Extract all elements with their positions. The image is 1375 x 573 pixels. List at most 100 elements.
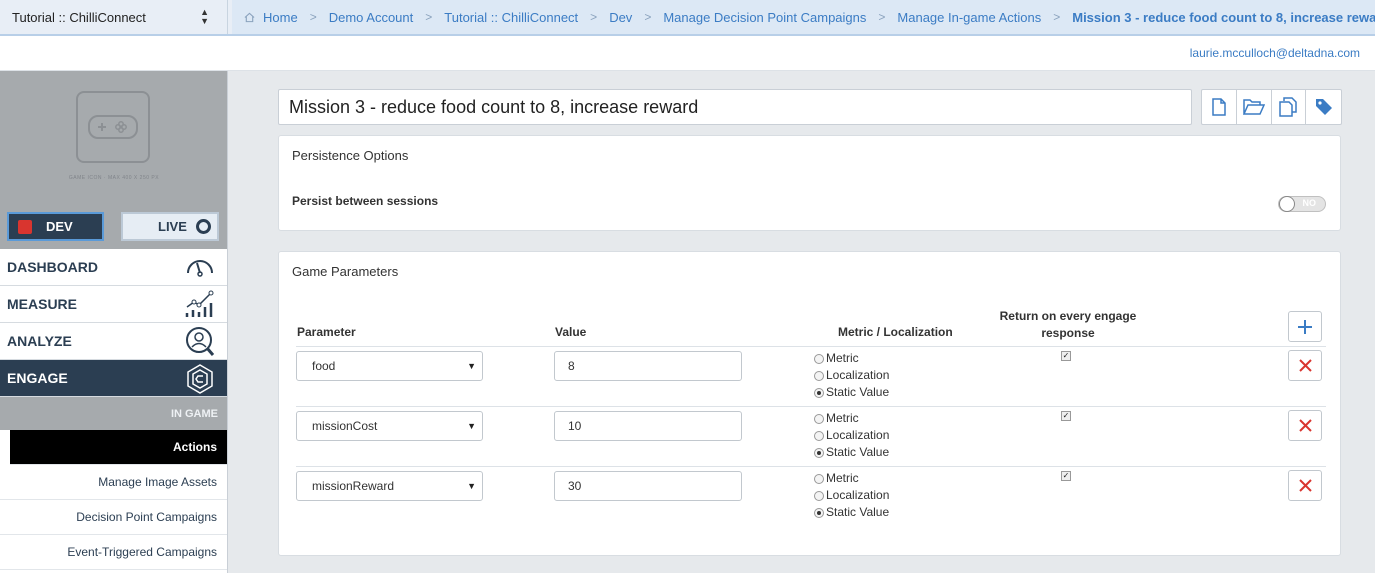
breadcrumb-env[interactable]: Dev — [609, 10, 632, 25]
action-toolbar — [1201, 89, 1342, 125]
env-dev-label: DEV — [46, 219, 73, 234]
radio-button-selected[interactable] — [814, 507, 824, 518]
gauge-icon — [187, 260, 213, 277]
live-ring-icon — [196, 219, 211, 234]
nav-measure[interactable]: MEASURE — [0, 286, 227, 323]
copy-icon — [1279, 97, 1298, 117]
env-dev-button[interactable]: DEV — [7, 212, 104, 241]
persist-between-sessions-label: Persist between sessions — [292, 194, 439, 208]
delete-parameter-button[interactable] — [1288, 410, 1322, 441]
nav-analyze[interactable]: ANALYZE — [0, 323, 227, 360]
chevron-right-icon: > — [878, 10, 886, 24]
row-divider — [296, 346, 1326, 347]
radio-localization[interactable]: Localization — [814, 427, 889, 444]
radio-button[interactable] — [814, 430, 824, 441]
radio-localization[interactable]: Localization — [814, 487, 889, 504]
sidebar-item-event-triggered-campaigns[interactable]: Event-Triggered Campaigns — [0, 535, 227, 570]
game-icon-area[interactable]: GAME ICON · MAX 400 X 250 PX — [0, 71, 227, 204]
breadcrumb: Home > Demo Account > Tutorial :: Chilli… — [232, 0, 1375, 34]
parameter-select[interactable]: missionCost ▼ — [296, 411, 483, 441]
magnifier-icon — [186, 327, 215, 356]
radio-metric[interactable]: Metric — [814, 350, 889, 367]
breadcrumb-actions[interactable]: Manage In-game Actions — [897, 10, 1041, 25]
value-input[interactable]: 8 — [554, 351, 742, 381]
radio-button[interactable] — [814, 473, 824, 484]
caret-down-icon: ▼ — [467, 421, 476, 431]
parameter-select[interactable]: food ▼ — [296, 351, 483, 381]
radio-button[interactable] — [814, 490, 824, 501]
radio-static-value[interactable]: Static Value — [814, 384, 889, 401]
up-down-arrows-icon: ▲ ▼ — [200, 7, 209, 26]
radio-button-selected[interactable] — [814, 387, 824, 398]
engage-icon — [187, 364, 213, 394]
value-input[interactable]: 10 — [554, 411, 742, 441]
cube-icon — [18, 219, 32, 234]
chevron-right-icon: > — [590, 10, 598, 24]
action-title-input[interactable]: Mission 3 - reduce food count to 8, incr… — [278, 89, 1192, 125]
breadcrumb-current: Mission 3 - reduce food count to 8, incr… — [1072, 9, 1375, 25]
close-icon — [1298, 479, 1312, 492]
value-input[interactable]: 30 — [554, 471, 742, 501]
toggle-knob — [1279, 196, 1295, 212]
caret-down-icon: ▼ — [467, 361, 476, 371]
sidebar-item-actions[interactable]: Actions — [10, 430, 227, 465]
folder-open-icon — [1242, 99, 1265, 115]
metric-radio-group: Metric Localization Static Value — [814, 350, 889, 401]
parameter-select[interactable]: missionReward ▼ — [296, 471, 483, 501]
radio-button[interactable] — [814, 413, 824, 424]
chevron-right-icon: > — [425, 10, 433, 24]
persist-toggle[interactable]: NO — [1278, 196, 1326, 212]
close-icon — [1298, 419, 1312, 432]
sidebar-item-image-assets[interactable]: Manage Image Assets — [0, 465, 227, 500]
game-icon-caption: GAME ICON · MAX 400 X 250 PX — [68, 175, 160, 181]
chevron-right-icon: > — [644, 10, 652, 24]
game-parameters-panel: Game Parameters Parameter Value Metric /… — [278, 251, 1341, 556]
top-bar: Tutorial :: ChilliConnect ▲ ▼ Home > Demo… — [0, 0, 1375, 36]
row-divider — [296, 466, 1326, 467]
breadcrumb-home[interactable]: Home — [244, 10, 298, 25]
return-checkbox[interactable]: ✓ — [1061, 411, 1071, 421]
sidebar: GAME ICON · MAX 400 X 250 PX DEV LIVE DA… — [0, 71, 228, 573]
row-divider — [296, 406, 1326, 407]
radio-static-value[interactable]: Static Value — [814, 444, 889, 461]
persistence-panel: Persistence Options Persist between sess… — [278, 135, 1341, 231]
home-icon — [244, 12, 255, 22]
chevron-right-icon: > — [1053, 10, 1061, 24]
game-parameters-title: Game Parameters — [292, 264, 399, 279]
new-document-button[interactable] — [1202, 90, 1237, 124]
radio-static-value[interactable]: Static Value — [814, 504, 889, 521]
return-checkbox[interactable]: ✓ — [1061, 471, 1071, 481]
tag-button[interactable] — [1306, 90, 1341, 124]
copy-button[interactable] — [1272, 90, 1307, 124]
breadcrumb-game[interactable]: Tutorial :: ChilliConnect — [444, 10, 578, 25]
breadcrumb-account[interactable]: Demo Account — [329, 10, 414, 25]
radio-metric[interactable]: Metric — [814, 410, 889, 427]
toggle-text: NO — [1302, 198, 1317, 208]
env-live-button[interactable]: LIVE — [121, 212, 219, 241]
radio-localization[interactable]: Localization — [814, 367, 889, 384]
gamepad-icon — [88, 115, 138, 139]
breadcrumb-campaigns[interactable]: Manage Decision Point Campaigns — [663, 10, 866, 25]
caret-down-icon: ▼ — [467, 481, 476, 491]
radio-button[interactable] — [814, 370, 824, 381]
header-metric-localization: Metric / Localization — [838, 325, 953, 339]
project-selector[interactable]: Tutorial :: ChilliConnect ▲ ▼ — [0, 0, 228, 34]
header-return-on-engage: Return on every engage response — [999, 309, 1137, 340]
add-parameter-button[interactable] — [1288, 311, 1322, 342]
delete-parameter-button[interactable] — [1288, 350, 1322, 381]
open-button[interactable] — [1237, 90, 1272, 124]
header-parameter: Parameter — [297, 325, 356, 339]
section-header-in-game: IN GAME — [0, 397, 227, 430]
user-email-link[interactable]: laurie.mcculloch@deltadna.com — [1190, 46, 1360, 60]
user-bar: laurie.mcculloch@deltadna.com — [0, 36, 1375, 71]
radio-button-selected[interactable] — [814, 447, 824, 458]
nav-engage[interactable]: ENGAGE — [0, 360, 227, 397]
radio-metric[interactable]: Metric — [814, 470, 889, 487]
radio-button[interactable] — [814, 353, 824, 364]
sidebar-item-decision-point-campaigns[interactable]: Decision Point Campaigns — [0, 500, 227, 535]
nav-dashboard[interactable]: DASHBOARD — [0, 249, 227, 286]
delete-parameter-button[interactable] — [1288, 470, 1322, 501]
new-file-icon — [1212, 98, 1226, 116]
return-checkbox[interactable]: ✓ — [1061, 351, 1071, 361]
plus-icon — [1298, 319, 1312, 334]
